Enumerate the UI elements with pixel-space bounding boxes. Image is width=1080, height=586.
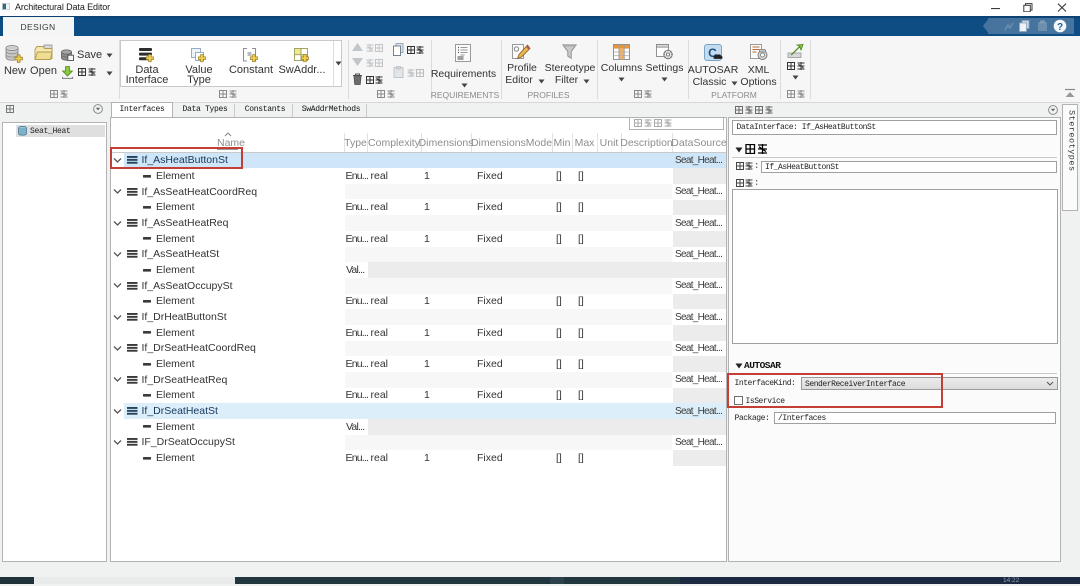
svg-text:?: ? [1057, 22, 1063, 33]
